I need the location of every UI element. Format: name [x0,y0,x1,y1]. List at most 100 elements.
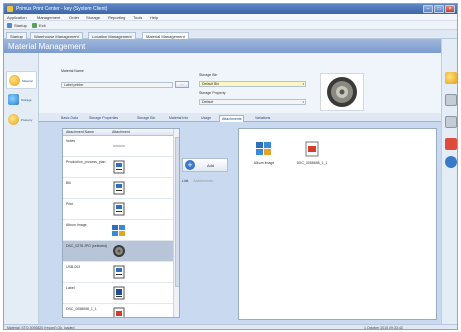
add-attachment-button[interactable]: + Add [182,158,228,172]
row-name: Bill [66,181,71,185]
table-row-selected[interactable]: DSC_0278.JPG (selected) [63,241,173,262]
property-icon [8,114,19,125]
undo-icon[interactable] [445,156,457,168]
maximize-button[interactable]: □ [434,5,444,13]
row-name: DSC_0058658_1_1 [66,307,97,311]
nav-item-storage[interactable]: Storage [6,91,37,109]
page-title: Material Management [4,39,441,53]
scrollbar-thumb[interactable] [175,137,179,287]
exit-button[interactable]: Exit [32,22,46,29]
tab-storage-properties[interactable]: Storage Properties [87,115,120,122]
row-name: Print [66,202,74,206]
save-as-icon[interactable] [445,116,457,128]
minimize-button[interactable]: – [423,5,433,13]
tab-attachments[interactable]: Attachments [219,115,245,122]
pdf-icon [113,307,125,317]
startup-icon [7,23,12,28]
nav-label-storage: Storage [21,98,32,102]
table-row[interactable]: Notes [63,136,173,157]
delete-icon[interactable] [445,138,457,150]
table-row[interactable]: Label [63,283,173,304]
attachments-grid: Attachment Name Attachment Notes Product… [62,128,180,318]
album-icon [112,225,125,236]
storage-property-select[interactable]: Default ▾ [199,99,306,105]
tab-basic-data[interactable]: Basic Data [59,115,80,122]
row-name: DSC_0278.JPG (selected) [66,244,108,248]
link-value[interactable]: Attachments [193,179,212,183]
grid-scrollbar[interactable] [173,129,179,317]
doc-tab-warehouse[interactable]: Warehouse Management [30,32,83,39]
column-header-attachment[interactable]: Attachment [112,130,130,134]
document-tabs: Startup Warehouse Management Location Ma… [4,30,457,39]
status-datetime: 1 October 2015 09:33:43 [364,326,403,330]
tab-usage[interactable]: Usage [199,115,213,122]
row-name: Notes [66,139,76,143]
material-name-field[interactable]: Label printer [61,82,173,88]
save-icon[interactable] [445,94,457,106]
menu-application[interactable]: Application [7,15,27,20]
material-image-preview [320,73,364,111]
nav-label-material: Material [22,79,33,83]
storage-property-label: Storage Property [199,91,226,95]
chevron-down-icon: ▾ [302,82,304,86]
chevron-down-icon: ▾ [302,100,304,104]
photo-icon [113,245,125,257]
nav-label-property: Property [21,118,33,122]
app-icon [7,6,13,12]
row-name: Label [66,286,75,290]
left-navigation: Material Storage Property [4,53,39,324]
toolbar: Startup Exit [4,21,457,30]
column-header-name[interactable]: Attachment Name [66,130,94,134]
material-name-label: Material Name [61,69,84,73]
doc-tab-material[interactable]: Material Management [142,32,189,39]
action-sidebar [441,39,457,324]
document-icon [113,181,125,195]
close-button[interactable]: × [445,5,455,13]
table-row[interactable]: DSC_0058658_1_1 [63,304,173,317]
storage-bin-select[interactable]: Default Bin ▾ [199,81,306,87]
table-row[interactable]: Album Image [63,220,173,241]
album-icon [256,142,271,155]
grid-header: Attachment Name Attachment [63,129,173,136]
window-title: Primus Print Center - key (System Client… [16,6,108,12]
add-label: Add [207,163,215,168]
table-row[interactable]: USB-003 [63,262,173,283]
nav-item-material[interactable]: Material [6,71,37,89]
browse-button[interactable]: ... [175,81,189,88]
menu-reporting[interactable]: Reporting [108,15,125,20]
preview-tile[interactable]: Album Image [244,137,284,177]
tab-material-info[interactable]: Material Info [167,115,190,122]
pdf-icon [305,141,319,157]
menu-storage[interactable]: Storage [86,15,100,20]
preview-tile[interactable]: DSC_0058658_1_1 [292,137,332,177]
attachments-panel: Attachment Name Attachment Notes Product… [39,122,441,324]
tile-label: DSC_0058658_1_1 [296,161,328,165]
exit-icon [32,23,37,28]
plus-icon: + [185,160,195,170]
status-bar: Material: STO-0093820 (record) Ok, loade… [4,324,457,330]
menu-management[interactable]: Management [37,15,60,20]
tab-variations[interactable]: Variations [253,115,272,122]
menu-help[interactable]: Help [150,15,158,20]
new-icon[interactable] [445,72,457,84]
menu-order[interactable]: Order [69,15,79,20]
startup-button[interactable]: Startup [7,22,27,29]
tab-storage-bin[interactable]: Storage Bin [135,115,157,122]
document-icon [113,202,125,216]
storage-bin-value: Default Bin [202,82,220,86]
table-row[interactable]: Production_process_plan [63,157,173,178]
nav-item-property[interactable]: Property [6,111,37,129]
material-photo-icon [327,77,357,107]
row-name: Production_process_plan [66,160,106,164]
doc-tab-startup[interactable]: Startup [6,32,27,39]
menu-tools[interactable]: Tools [133,15,142,20]
table-row[interactable]: Bill [63,178,173,199]
doc-tab-location[interactable]: Location Management [88,32,136,39]
link-label: Link [182,179,189,183]
table-row[interactable]: Print [63,199,173,220]
material-form: Material Name Label printer ... Storage … [39,53,441,113]
material-icon [9,75,20,86]
attachment-preview-panel: Album Image DSC_0058658_1_1 [238,128,437,320]
exit-label: Exit [39,23,46,28]
document-icon [113,286,125,300]
